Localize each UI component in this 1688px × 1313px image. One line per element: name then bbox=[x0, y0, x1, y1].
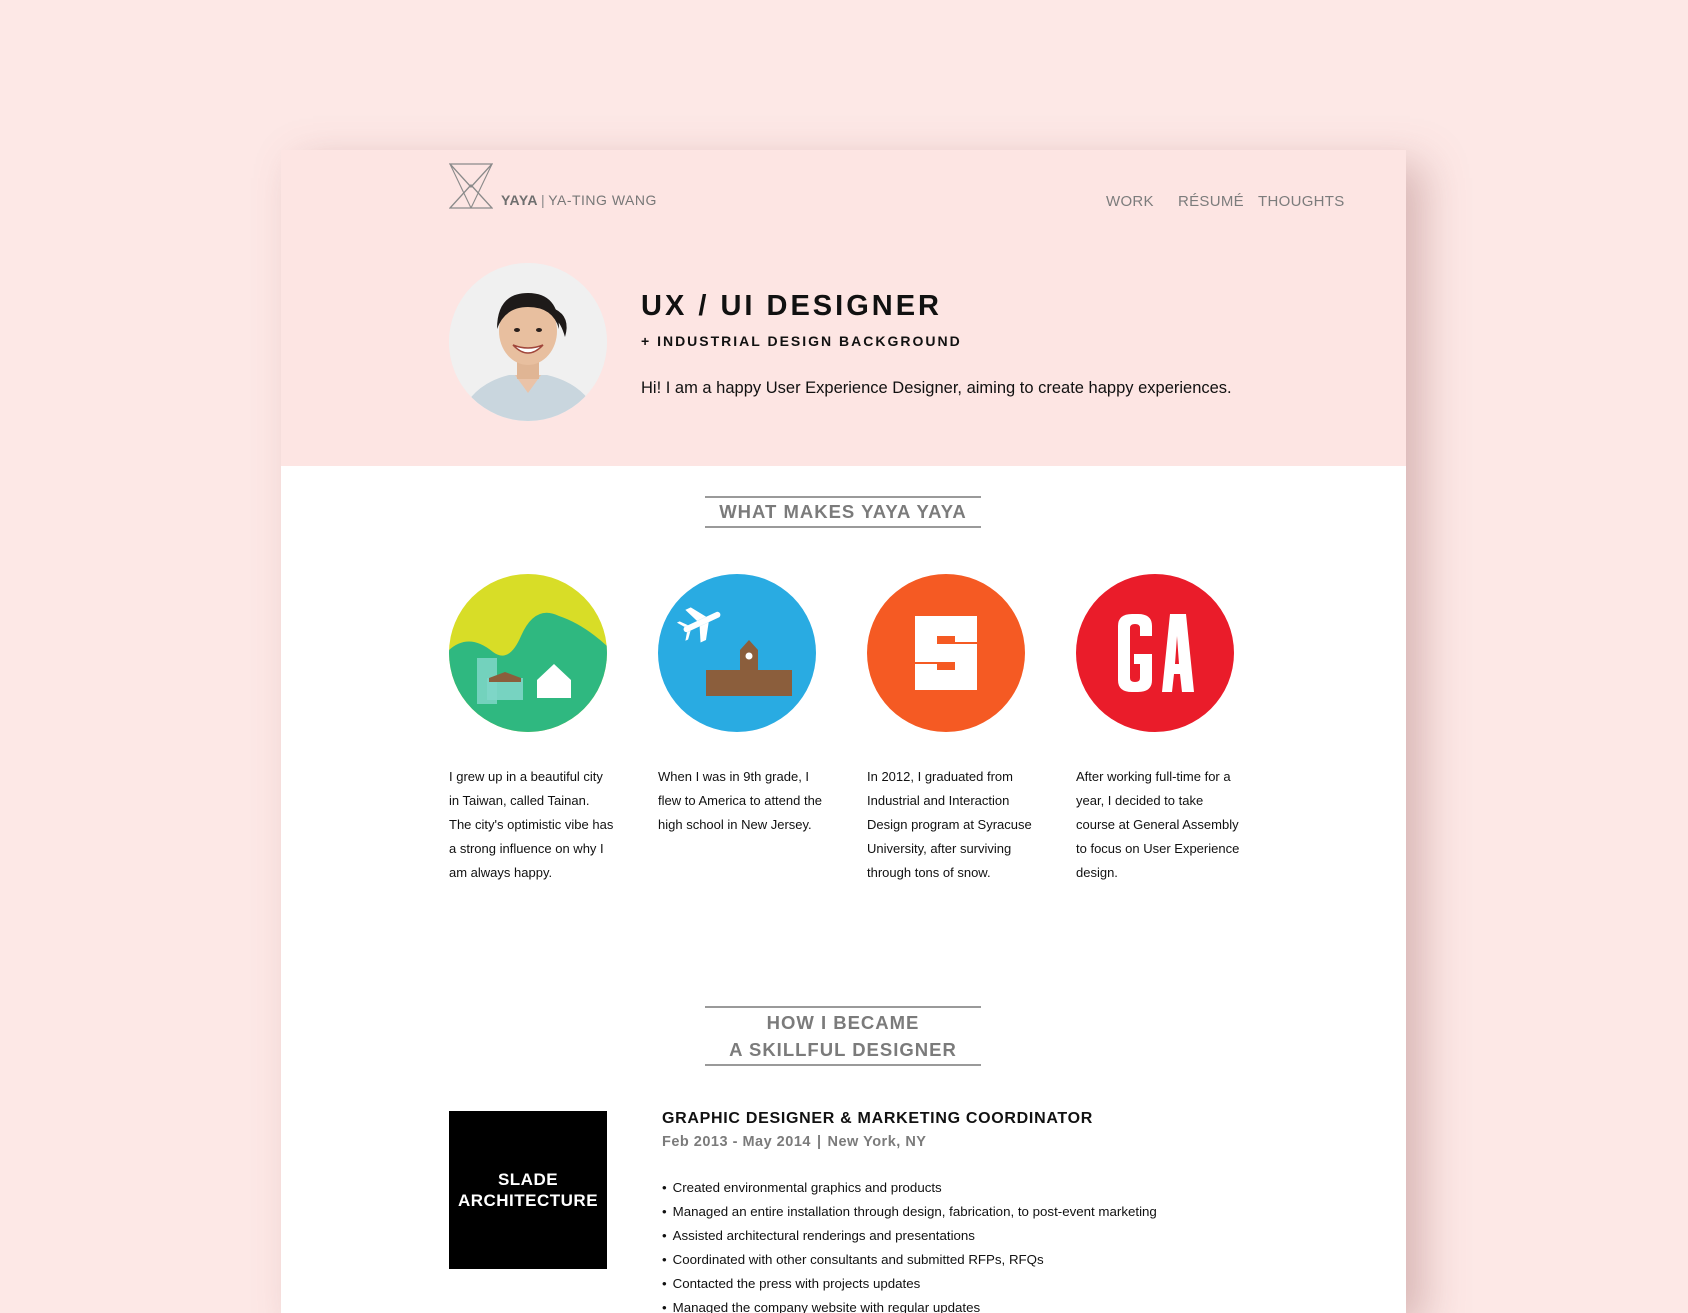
job-dates: Feb 2013 - May 2014 bbox=[662, 1134, 811, 1150]
nav-work[interactable]: WORK bbox=[1106, 193, 1154, 210]
job-meta-separator: | bbox=[816, 1134, 822, 1150]
job-title: GRAPHIC DESIGNER & MARKETING COORDINATOR bbox=[662, 1110, 1093, 1127]
hero-subtitle: + INDUSTRIAL DESIGN BACKGROUND bbox=[641, 333, 962, 349]
section-title-line-1: HOW I BECAME bbox=[766, 1012, 920, 1033]
section-title-line-2: A SKILLFUL DESIGNER bbox=[729, 1039, 957, 1060]
duty-item: Managed an entire installation through d… bbox=[662, 1200, 1157, 1224]
company-logo-line-1: SLADE bbox=[497, 1170, 559, 1189]
job-location: New York, NY bbox=[827, 1134, 927, 1150]
syracuse-s-icon bbox=[867, 574, 1025, 732]
duty-item: Contacted the press with projects update… bbox=[662, 1272, 1157, 1296]
hero-title: UX / UI DESIGNER bbox=[641, 290, 942, 322]
yaya-logo-icon[interactable] bbox=[449, 163, 493, 209]
hero-intro: Hi! I am a happy User Experience Designe… bbox=[641, 379, 1232, 397]
profile-photo bbox=[449, 263, 607, 421]
duty-item: Created environmental graphics and produ… bbox=[662, 1176, 1157, 1200]
job-duties-list: Created environmental graphics and produ… bbox=[662, 1176, 1157, 1313]
company-logo-line-2: ARCHITECTURE bbox=[457, 1191, 599, 1210]
profile-portrait-icon bbox=[449, 263, 607, 421]
site-brand[interactable]: YAYA | YA-TING WANG bbox=[501, 192, 657, 208]
nav-resume[interactable]: RÉSUMÉ bbox=[1178, 193, 1244, 210]
brand-short-name: YAYA bbox=[501, 192, 539, 208]
company-logo-slade: SLADE ARCHITECTURE bbox=[449, 1111, 607, 1269]
duty-item: Managed the company website with regular… bbox=[662, 1296, 1157, 1313]
job-meta: Feb 2013 - May 2014 | New York, NY bbox=[662, 1134, 926, 1150]
brand-separator: | bbox=[541, 192, 546, 208]
story-america: When I was in 9th grade, I flew to Ameri… bbox=[658, 769, 823, 832]
section-title-how-i-became: HOW I BECAME A SKILLFUL DESIGNER bbox=[705, 1006, 981, 1066]
section-title-what-makes-yaya: WHAT MAKES YAYA YAYA bbox=[705, 496, 981, 528]
general-assembly-ga-icon bbox=[1076, 574, 1234, 732]
story-tainan: I grew up in a beautiful city in Taiwan,… bbox=[449, 769, 614, 880]
hero-section: YAYA | YA-TING WANG WORK RÉSUMÉ THOUGHTS U… bbox=[281, 150, 1406, 466]
main-nav: WORK RÉSUMÉ THOUGHTS bbox=[1106, 193, 1406, 217]
duty-item: Coordinated with other consultants and s… bbox=[662, 1248, 1157, 1272]
resume-page: YAYA | YA-TING WANG WORK RÉSUMÉ THOUGHTS U… bbox=[281, 150, 1406, 1313]
story-syracuse: In 2012, I graduated from Industrial and… bbox=[867, 769, 1032, 880]
duty-item: Assisted architectural renderings and pr… bbox=[662, 1224, 1157, 1248]
nav-thoughts[interactable]: THOUGHTS bbox=[1258, 193, 1345, 210]
story-general-assembly: After working full-time for a year, I de… bbox=[1076, 769, 1240, 880]
brand-full-name: YA-TING WANG bbox=[548, 192, 657, 208]
tainan-landscape-icon bbox=[449, 574, 607, 732]
airplane-school-icon bbox=[658, 574, 816, 732]
